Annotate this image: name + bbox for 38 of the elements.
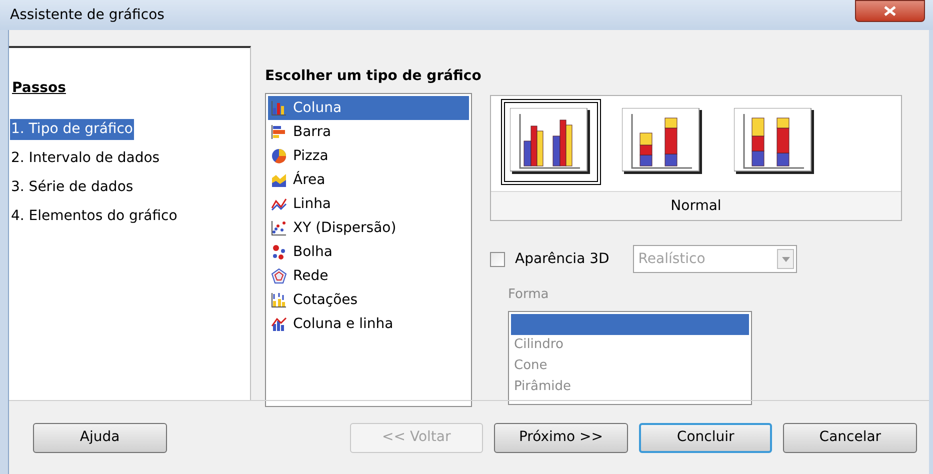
chart-type-icon <box>271 172 287 188</box>
step-item[interactable]: 4. Elementos do gráfico <box>10 206 178 227</box>
chart-variant-thumbnail[interactable] <box>501 99 601 185</box>
chart-type-icon <box>271 244 287 260</box>
step-item[interactable]: 1. Tipo de gráfico <box>10 119 134 140</box>
dialog-button[interactable]: Ajuda <box>33 422 167 452</box>
chart-type-icon <box>271 292 287 308</box>
chart-type-item[interactable]: Pizza <box>268 144 469 168</box>
step-item[interactable]: 3. Série de dados <box>10 177 134 198</box>
chart-type-icon <box>271 148 287 164</box>
shape-label: Forma <box>508 286 549 304</box>
chart-type-item[interactable]: Bolha <box>268 240 469 264</box>
chart-type-item[interactable]: XY (Dispersão) <box>268 216 469 240</box>
step-item[interactable]: 2. Intervalo de dados <box>10 148 161 169</box>
chart-type-icon <box>271 268 287 284</box>
dialog-button[interactable]: Cancelar <box>783 422 917 452</box>
steps-heading: Passos <box>12 79 66 98</box>
close-icon <box>884 6 896 16</box>
dialog-button[interactable]: Próximo >> <box>494 422 628 452</box>
chart-type-item[interactable]: Área <box>268 168 469 192</box>
chart-type-icon <box>271 220 287 236</box>
variant-caption: Normal <box>670 196 722 216</box>
chart-type-icon <box>271 124 287 140</box>
chart-type-item[interactable]: Linha <box>268 192 469 216</box>
dialog-button[interactable]: Concluir <box>638 422 772 452</box>
chart-type-icon <box>271 100 287 116</box>
chart-type-item[interactable]: Coluna e linha <box>268 312 469 336</box>
checkbox[interactable] <box>490 252 505 266</box>
chart-type-item[interactable]: Coluna <box>268 96 469 120</box>
chart-type-icon <box>271 316 287 332</box>
chart-type-item[interactable]: Barra <box>268 120 469 144</box>
chart-type-icon <box>271 196 287 212</box>
section-heading: Escolher um tipo de gráfico <box>265 67 482 86</box>
checkbox-label[interactable]: Aparência 3D <box>515 248 610 270</box>
chart-type-item[interactable]: Cotações <box>268 288 469 312</box>
chart-type-item[interactable]: Rede <box>268 264 469 288</box>
close-button[interactable] <box>855 0 925 22</box>
window-title: Assistente de gráficos <box>10 6 164 24</box>
